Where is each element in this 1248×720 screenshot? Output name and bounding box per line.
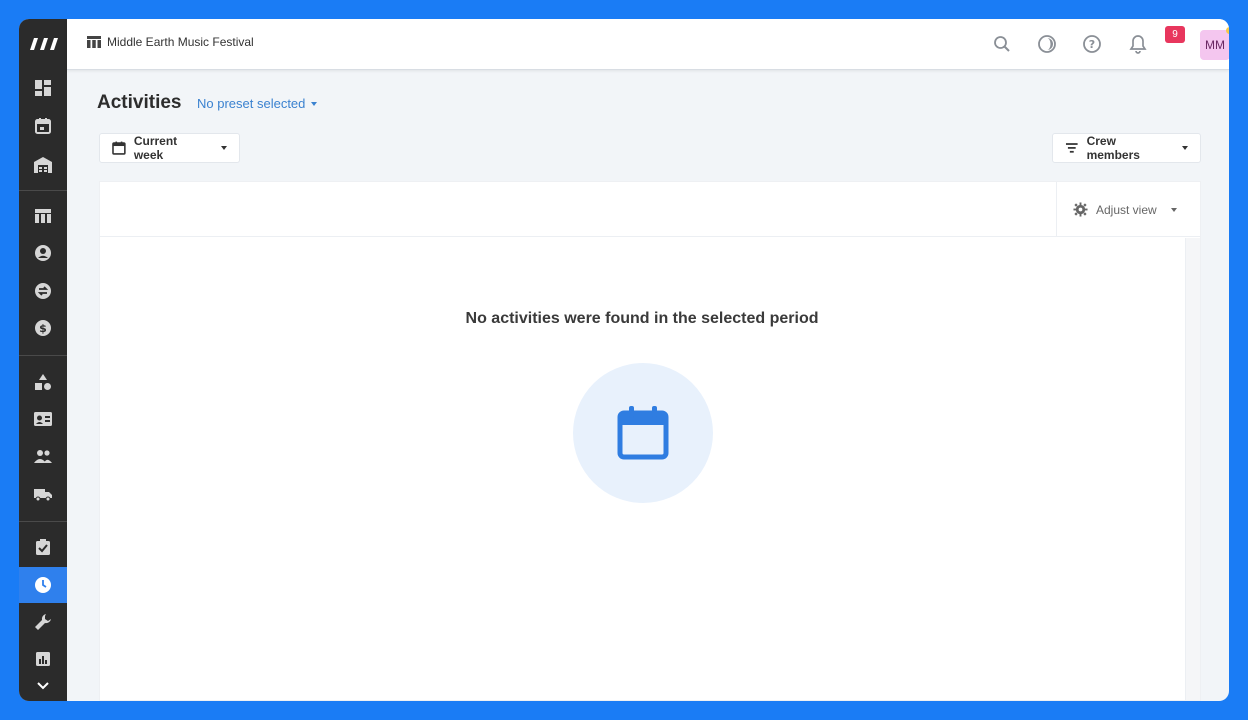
sidebar-item-transfers[interactable] (19, 273, 67, 309)
sidebar-item-crew-cards[interactable] (19, 401, 67, 437)
swap-icon (35, 283, 51, 299)
sidebar-item-equipment[interactable] (19, 364, 67, 400)
calendar-icon (617, 406, 669, 460)
sidebar-more-button[interactable] (19, 671, 67, 701)
gear-icon (1073, 202, 1088, 217)
sidebar-item-warehouse[interactable] (19, 147, 67, 183)
top-bar: Middle Earth Music Festival ? 9 MM M M (67, 19, 1229, 70)
crew-filter-button[interactable]: Crew members (1052, 133, 1201, 163)
notification-count-badge: 9 (1165, 26, 1185, 43)
svg-text:?: ? (1089, 38, 1095, 51)
sidebar-item-contacts[interactable] (19, 235, 67, 271)
help-icon: ? (1083, 35, 1101, 53)
report-icon (36, 652, 50, 666)
sidebar: $ (19, 19, 67, 701)
page-title: Activities (97, 92, 182, 113)
period-label: Current week (133, 134, 178, 162)
sidebar-item-transport[interactable] (19, 476, 67, 512)
adjust-view-label: Adjust view (1096, 202, 1157, 217)
empty-state-message: No activities were found in the selected… (465, 310, 819, 327)
sidebar-item-activities[interactable] (19, 567, 67, 603)
chevron-down-icon (37, 682, 49, 690)
caret-down-icon (221, 146, 227, 150)
clock-icon (35, 577, 51, 593)
empty-state-illustration (573, 363, 713, 503)
period-selector-button[interactable]: Current week (99, 133, 240, 163)
theme-toggle-button[interactable] (1036, 33, 1058, 55)
truck-icon (34, 489, 52, 502)
project-name: Middle Earth Music Festival (107, 35, 254, 49)
contact-icon (35, 245, 51, 261)
contrast-icon (1038, 35, 1056, 53)
vertical-scrollbar[interactable] (1185, 238, 1200, 700)
table-icon (35, 209, 51, 223)
filter-icon (1065, 143, 1078, 153)
people-icon (34, 450, 52, 463)
preset-label: No preset selected (197, 96, 306, 111)
preset-selector[interactable]: No preset selected (197, 96, 318, 111)
app-window: $ Middle Earth Music Festival ? 9 MM Act… (19, 19, 1229, 701)
search-icon (994, 36, 1010, 52)
sidebar-item-tasks[interactable] (19, 529, 67, 565)
caret-down-icon (1182, 146, 1188, 150)
caret-down-icon (311, 101, 318, 106)
project-table-icon (87, 36, 101, 48)
panel-header: Adjust view (100, 182, 1200, 237)
calendar-icon (112, 141, 126, 155)
notifications-button[interactable] (1127, 33, 1149, 55)
id-card-icon (34, 412, 52, 426)
clipboard-check-icon (36, 539, 50, 555)
project-selector[interactable]: Middle Earth Music Festival (87, 35, 254, 49)
sidebar-item-maintenance[interactable] (19, 604, 67, 640)
search-button[interactable] (991, 33, 1013, 55)
sidebar-item-finance[interactable]: $ (19, 310, 67, 346)
bell-icon (1129, 35, 1147, 54)
filter-label: Crew members (1086, 134, 1140, 162)
dashboard-icon (35, 80, 51, 96)
sidebar-item-table[interactable] (19, 198, 67, 234)
warehouse-icon (34, 157, 52, 173)
shapes-icon (35, 374, 51, 390)
sidebar-item-calendar[interactable] (19, 108, 67, 144)
sidebar-item-dashboard[interactable] (19, 70, 67, 106)
app-logo-icon[interactable] (19, 19, 67, 69)
avatar[interactable]: MM (1200, 30, 1229, 60)
sidebar-item-people[interactable] (19, 438, 67, 474)
dollar-icon: $ (35, 320, 51, 336)
adjust-view-button[interactable]: Adjust view (1056, 182, 1200, 237)
svg-text:$: $ (39, 322, 47, 335)
activities-panel: Adjust view No activities were found in … (99, 181, 1201, 701)
help-button[interactable]: ? (1081, 33, 1103, 55)
caret-down-icon (1170, 207, 1177, 212)
wrench-icon (35, 614, 51, 630)
avatar-status-dot (1226, 27, 1229, 34)
calendar-icon (35, 118, 51, 134)
